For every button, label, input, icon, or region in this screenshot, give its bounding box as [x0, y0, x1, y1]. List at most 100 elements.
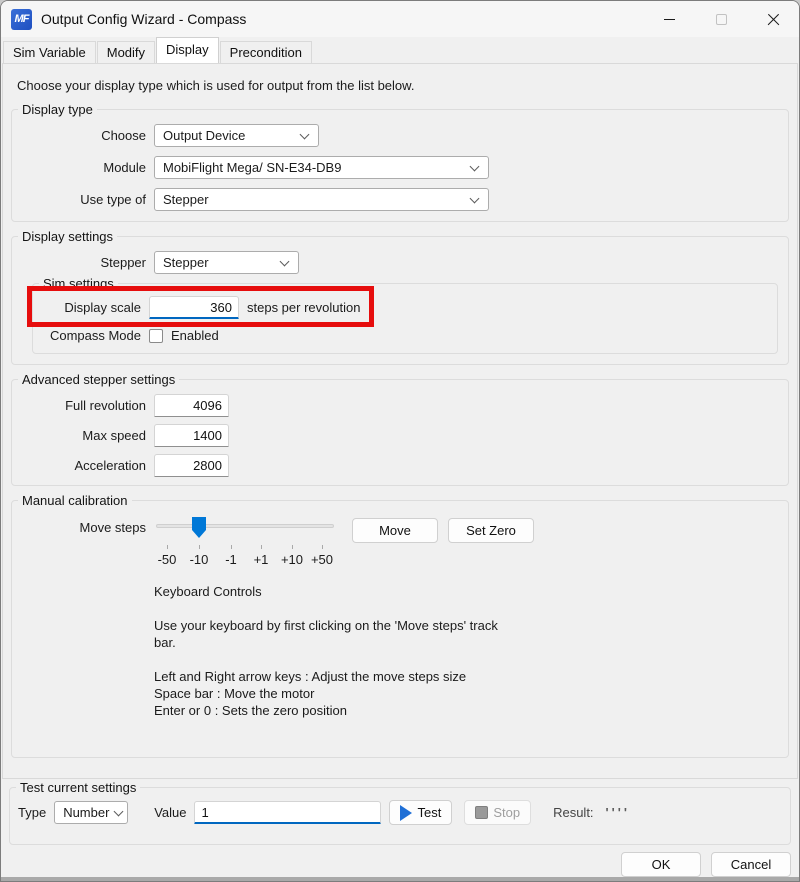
move-steps-label: Move steps	[20, 520, 146, 535]
stepper-value: Stepper	[163, 255, 209, 270]
mobiflight-logo-icon: MF	[11, 9, 32, 30]
module-select[interactable]: MobiFlight Mega/ SN-E34-DB9	[154, 156, 489, 179]
keyboard-controls-block: Keyboard Controls Use your keyboard by f…	[154, 583, 504, 719]
sim-settings-group: Sim settings Display scale steps per rev…	[32, 283, 778, 354]
result-value: ''''	[606, 805, 630, 820]
display-type-group-title: Display type	[18, 102, 97, 117]
display-tab-page: Choose your display type which is used f…	[2, 63, 798, 779]
keyboard-controls-intro: Use your keyboard by first clicking on t…	[154, 617, 504, 651]
display-type-group: Display type Choose Output Device Module…	[11, 109, 789, 222]
keyboard-controls-line: Space bar : Move the motor	[154, 685, 504, 702]
use-type-of-value: Stepper	[163, 192, 209, 207]
cancel-button[interactable]: Cancel	[711, 852, 791, 877]
max-speed-label: Max speed	[20, 428, 146, 443]
caption-buttons	[643, 1, 799, 37]
slider-tick-mark	[199, 545, 200, 549]
play-icon	[400, 805, 412, 821]
manual-calibration-group-title: Manual calibration	[18, 493, 132, 508]
display-settings-group-title: Display settings	[18, 229, 117, 244]
result-label: Result:	[553, 805, 593, 820]
keyboard-controls-line: Enter or 0 : Sets the zero position	[154, 702, 504, 719]
stop-button-label: Stop	[493, 805, 520, 820]
use-type-of-label: Use type of	[20, 192, 146, 207]
keyboard-controls-title: Keyboard Controls	[154, 583, 504, 600]
display-scale-label: Display scale	[41, 300, 141, 315]
move-steps-trackbar[interactable]: -50 -10 -1 +1 +10 +50	[154, 515, 340, 567]
tab-modify[interactable]: Modify	[97, 41, 155, 63]
compass-mode-checkbox[interactable]	[149, 329, 163, 343]
intro-text: Choose your display type which is used f…	[17, 78, 791, 93]
slider-tick-label: -1	[225, 552, 237, 567]
advanced-stepper-settings-group-title: Advanced stepper settings	[18, 372, 179, 387]
stop-button[interactable]: Stop	[464, 800, 531, 825]
stepper-label: Stepper	[20, 255, 146, 270]
test-current-settings-group-title: Test current settings	[16, 780, 140, 795]
advanced-stepper-settings-group: Advanced stepper settings Full revolutio…	[11, 379, 789, 486]
output-config-wizard-window: MF Output Config Wizard - Compass Sim Va…	[0, 0, 800, 882]
test-current-settings-group: Test current settings Type Number Value …	[9, 787, 791, 845]
test-button-label: Test	[417, 805, 441, 820]
slider-track[interactable]	[156, 524, 334, 528]
acceleration-input[interactable]	[154, 454, 229, 477]
slider-tick-label: +1	[254, 552, 269, 567]
minimize-button[interactable]	[643, 1, 695, 37]
module-label: Module	[20, 160, 146, 175]
titlebar: MF Output Config Wizard - Compass	[1, 1, 799, 37]
choose-display-type-select[interactable]: Output Device	[154, 124, 319, 147]
choose-display-type-value: Output Device	[163, 128, 245, 143]
display-settings-group: Display settings Stepper Stepper Sim set…	[11, 236, 789, 365]
module-value: MobiFlight Mega/ SN-E34-DB9	[163, 160, 341, 175]
full-revolution-input[interactable]	[154, 394, 229, 417]
slider-tick-label: -50	[158, 552, 177, 567]
acceleration-label: Acceleration	[20, 458, 146, 473]
display-scale-input[interactable]	[149, 296, 239, 319]
chevron-down-icon	[470, 193, 480, 203]
close-icon	[767, 13, 780, 26]
slider-tick-mark	[261, 545, 262, 549]
sim-settings-group-title: Sim settings	[39, 276, 118, 291]
maximize-button[interactable]	[695, 1, 747, 37]
slider-tick-mark	[292, 545, 293, 549]
chevron-down-icon	[300, 129, 310, 139]
chevron-down-icon	[470, 161, 480, 171]
tab-strip: Sim Variable Modify Display Precondition	[1, 37, 799, 63]
window-title: Output Config Wizard - Compass	[41, 11, 246, 27]
tab-precondition[interactable]: Precondition	[220, 41, 312, 63]
test-type-value: Number	[63, 805, 109, 820]
tab-sim-variable[interactable]: Sim Variable	[3, 41, 96, 63]
set-zero-button[interactable]: Set Zero	[448, 518, 534, 543]
slider-tick-mark	[322, 545, 323, 549]
slider-tick-mark	[167, 545, 168, 549]
slider-tick-label: -10	[190, 552, 209, 567]
slider-tick-label: +50	[311, 552, 333, 567]
slider-tick-mark	[231, 545, 232, 549]
slider-thumb[interactable]	[192, 517, 206, 538]
test-value-input[interactable]	[194, 801, 381, 824]
keyboard-controls-line: Left and Right arrow keys : Adjust the m…	[154, 668, 504, 685]
maximize-icon	[716, 14, 727, 25]
chevron-down-icon	[280, 256, 290, 266]
chevron-down-icon	[114, 806, 124, 816]
compass-mode-enabled-text: Enabled	[171, 328, 219, 343]
type-label: Type	[18, 805, 46, 820]
stop-icon	[475, 806, 488, 819]
stepper-select[interactable]: Stepper	[154, 251, 299, 274]
move-button[interactable]: Move	[352, 518, 438, 543]
manual-calibration-group: Manual calibration Move steps -50 -10 -1…	[11, 500, 789, 758]
test-button[interactable]: Test	[389, 800, 452, 825]
close-button[interactable]	[747, 1, 799, 37]
choose-label: Choose	[20, 128, 146, 143]
footer: OK Cancel	[1, 845, 799, 877]
test-type-select[interactable]: Number	[54, 801, 128, 824]
value-label: Value	[154, 805, 186, 820]
full-revolution-label: Full revolution	[20, 398, 146, 413]
compass-mode-label: Compass Mode	[41, 328, 141, 343]
display-scale-suffix: steps per revolution	[247, 300, 360, 315]
use-type-of-select[interactable]: Stepper	[154, 188, 489, 211]
ok-button[interactable]: OK	[621, 852, 701, 877]
slider-tick-label: +10	[281, 552, 303, 567]
tab-display[interactable]: Display	[156, 37, 219, 63]
minimize-icon	[664, 19, 675, 20]
window-bottom-edge	[1, 877, 799, 882]
max-speed-input[interactable]	[154, 424, 229, 447]
